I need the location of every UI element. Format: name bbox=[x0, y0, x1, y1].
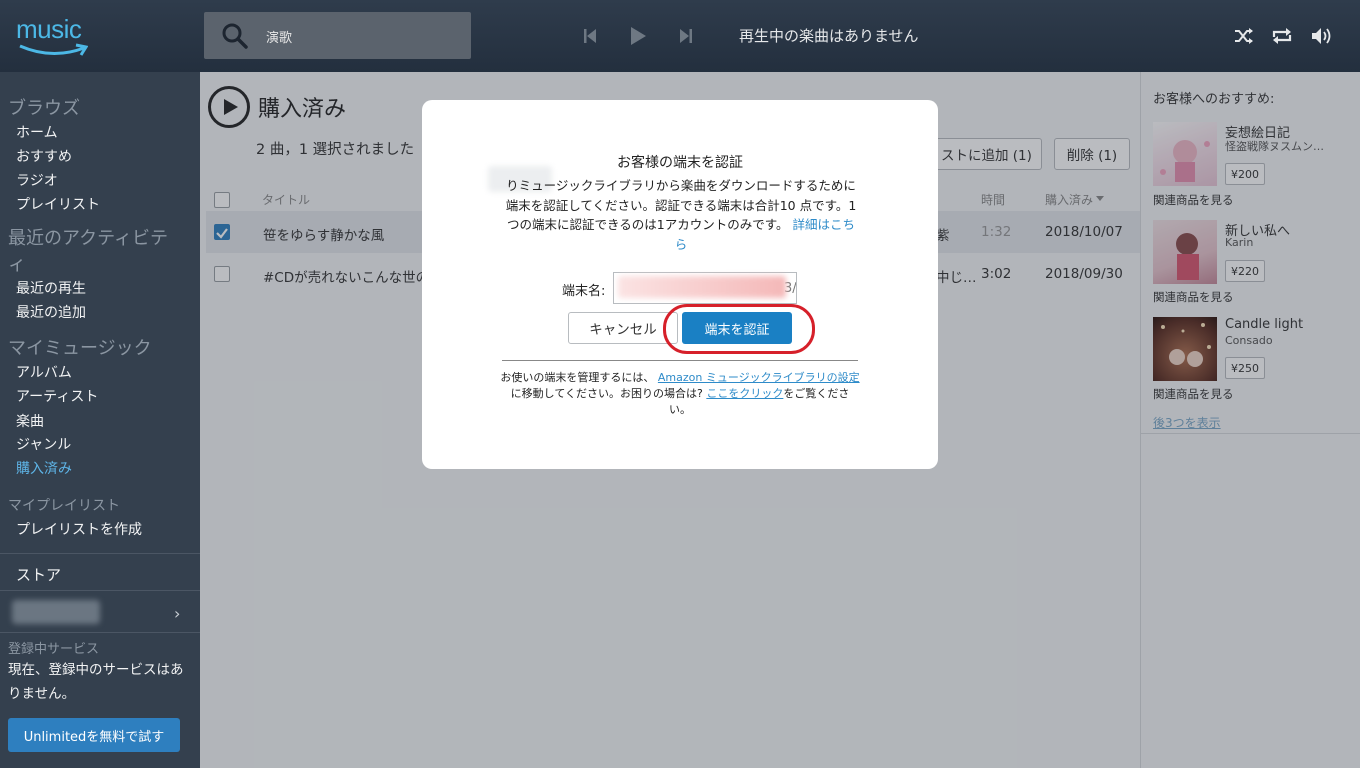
shuffle-icon[interactable] bbox=[1230, 22, 1258, 50]
search-input[interactable] bbox=[266, 26, 456, 46]
sidebar-item-purchased[interactable]: 購入済み bbox=[16, 458, 72, 478]
sidebar-divider bbox=[0, 590, 200, 591]
now-playing-text: 再生中の楽曲はありません bbox=[739, 27, 919, 45]
top-bar: music 再生中の楽曲はありません bbox=[0, 0, 1360, 72]
redacted-device-name bbox=[618, 276, 786, 298]
sidebar-item-songs[interactable]: 楽曲 bbox=[16, 411, 44, 431]
highlight-annotation bbox=[663, 304, 815, 354]
authorize-device-dialog: お客様の端末を認証 りミュージックライブラリから楽曲をダウンロードするために端末… bbox=[422, 100, 938, 469]
amazon-music-logo[interactable]: music bbox=[16, 14, 92, 60]
sidebar-item-artists[interactable]: アーティスト bbox=[16, 386, 98, 406]
logo-text: music bbox=[16, 14, 82, 44]
sidebar-item-recent-plays[interactable]: 最近の再生 bbox=[16, 278, 86, 298]
chevron-right-icon[interactable]: › bbox=[174, 604, 180, 623]
cancel-button[interactable]: キャンセル bbox=[568, 312, 678, 344]
browse-heading: ブラウズ bbox=[8, 98, 80, 119]
footer-text: に移動してください。お困りの場合は? bbox=[510, 387, 707, 400]
my-playlists-heading: マイプレイリスト bbox=[8, 498, 120, 514]
sidebar-item-albums[interactable]: アルバム bbox=[16, 362, 72, 382]
sidebar-item-playlists[interactable]: プレイリスト bbox=[16, 194, 100, 214]
create-playlist-link[interactable]: プレイリストを作成 bbox=[16, 519, 142, 539]
play-icon[interactable] bbox=[624, 22, 652, 50]
next-track-icon[interactable] bbox=[672, 22, 700, 50]
sidebar-item-genres[interactable]: ジャンル bbox=[16, 434, 71, 454]
repeat-icon[interactable] bbox=[1268, 22, 1296, 50]
library-settings-link[interactable]: Amazon ミュージックライブラリの設定 bbox=[658, 371, 860, 384]
sidebar: ブラウズ ホーム おすすめ ラジオ プレイリスト 最近のアクティビティ 最近の再… bbox=[0, 72, 200, 768]
sidebar-divider bbox=[0, 553, 200, 554]
footer-text: お使いの端末を管理するには、 bbox=[500, 371, 655, 384]
services-heading: 登録中サービス bbox=[8, 642, 100, 657]
sidebar-item-radio[interactable]: ラジオ bbox=[16, 170, 58, 190]
help-link[interactable]: ここをクリック bbox=[706, 387, 783, 400]
services-status-text: 現在、登録中のサービスはありません。 bbox=[8, 662, 184, 702]
dialog-footer: お使いの端末を管理するには、 Amazon ミュージックライブラリの設定に移動し… bbox=[500, 370, 860, 418]
sidebar-item-recommended[interactable]: おすすめ bbox=[16, 146, 72, 166]
recent-activity-heading: 最近のアクティビティ bbox=[8, 228, 169, 275]
dialog-description: りミュージックライブラリから楽曲をダウンロードするために端末を認証してください。… bbox=[504, 176, 858, 254]
device-name-label: 端末名: bbox=[562, 284, 606, 299]
try-unlimited-button[interactable]: Unlimitedを無料で試す bbox=[8, 718, 180, 752]
sidebar-item-store[interactable]: ストア bbox=[16, 564, 61, 585]
volume-icon[interactable] bbox=[1308, 22, 1336, 50]
dialog-divider bbox=[502, 360, 858, 361]
sidebar-item-home[interactable]: ホーム bbox=[16, 122, 58, 142]
sidebar-divider bbox=[0, 632, 200, 633]
sidebar-item-recently-added[interactable]: 最近の追加 bbox=[16, 302, 86, 322]
search-box[interactable] bbox=[204, 12, 471, 59]
my-music-heading: マイミュージック bbox=[8, 338, 152, 359]
account-name-redacted[interactable] bbox=[12, 600, 100, 624]
previous-track-icon[interactable] bbox=[576, 22, 604, 50]
search-icon[interactable] bbox=[222, 23, 248, 49]
